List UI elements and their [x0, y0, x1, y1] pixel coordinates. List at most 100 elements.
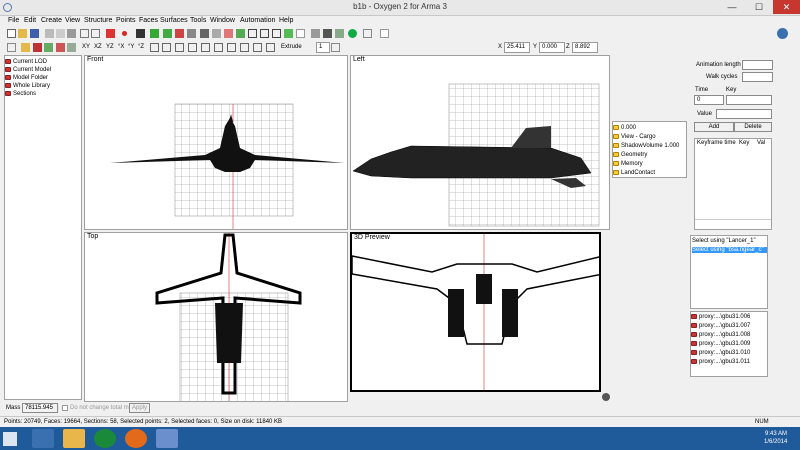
uv-icon[interactable] — [380, 29, 389, 38]
lod-item[interactable]: Geometry — [613, 152, 647, 158]
keep-mass-checkbox[interactable] — [62, 405, 68, 411]
folder-icon[interactable] — [21, 43, 30, 52]
selection-item-selected[interactable]: Select using "bsa.ngear_c" — [692, 247, 767, 253]
minimize-button[interactable]: — — [719, 0, 745, 14]
menu-edit[interactable]: Edit — [24, 17, 36, 24]
edge-mode-icon[interactable] — [56, 43, 65, 52]
chrome-icon[interactable] — [94, 429, 116, 448]
box-icon[interactable] — [150, 29, 159, 38]
key-input[interactable] — [726, 95, 772, 105]
merge-icon[interactable] — [188, 43, 197, 52]
undo-icon[interactable] — [80, 29, 89, 38]
tree-item-model-folder[interactable]: Model Folder — [5, 75, 48, 81]
menu-tools[interactable]: Tools — [190, 17, 206, 24]
walk-cycles-input[interactable] — [742, 72, 773, 82]
new-file-icon[interactable] — [7, 29, 16, 38]
play-icon[interactable] — [136, 29, 145, 38]
align-icon[interactable] — [162, 43, 171, 52]
menu-help[interactable]: Help — [279, 17, 293, 24]
plane-icon[interactable] — [212, 29, 221, 38]
selection-item[interactable]: Select using "Lancer_1" — [692, 238, 756, 244]
x-coordinate-input[interactable]: 25.411 — [504, 42, 530, 53]
lod-item[interactable]: ShadowVolume 1.000 — [613, 143, 679, 149]
value-input[interactable] — [716, 109, 772, 119]
y-coordinate-input[interactable]: 0.000 — [539, 42, 565, 53]
list-item[interactable]: proxy:...\gbu31.008 — [691, 332, 750, 338]
color-wheel-icon[interactable] — [348, 29, 357, 38]
tree-item-current-lod[interactable]: Current LOD — [5, 59, 47, 65]
axis-yz[interactable]: YZ — [106, 44, 114, 50]
cone-icon[interactable] — [200, 29, 209, 38]
texture-icon[interactable] — [224, 29, 233, 38]
object-mode-icon[interactable] — [67, 43, 76, 52]
tree-item-whole-library[interactable]: Whole Library — [5, 83, 50, 89]
list-item[interactable]: proxy:...\gbu31.011 — [691, 359, 750, 365]
animation-length-input[interactable] — [742, 60, 773, 70]
material-icon[interactable] — [296, 29, 305, 38]
spin-icon[interactable] — [331, 43, 340, 52]
wireframe-icon[interactable] — [260, 29, 269, 38]
apply-mass-button[interactable]: Apply — [129, 403, 150, 413]
cut-icon[interactable] — [45, 29, 54, 38]
close-button[interactable]: ✕ — [773, 0, 800, 14]
top-viewport[interactable]: Top — [84, 232, 348, 402]
menu-file[interactable]: File — [8, 17, 19, 24]
rotate-z[interactable]: °Z — [138, 44, 144, 50]
list-item[interactable]: proxy:...\gbu31.010 — [691, 350, 750, 356]
grid-icon[interactable] — [248, 29, 257, 38]
lod-item[interactable]: View - Cargo — [613, 134, 656, 140]
weld-icon[interactable] — [227, 43, 236, 52]
front-viewport[interactable]: Front — [84, 55, 348, 230]
left-viewport[interactable]: Left — [350, 55, 610, 230]
delete-key-button[interactable]: Delete — [734, 122, 772, 132]
lod-item[interactable]: LandContact — [613, 170, 655, 176]
tree-item-sections[interactable]: Sections — [5, 91, 36, 97]
tree-item-current-model[interactable]: Current Model — [5, 67, 51, 73]
split-icon[interactable] — [201, 43, 210, 52]
record-icon[interactable] — [106, 29, 115, 38]
lod-icon[interactable] — [284, 29, 293, 38]
lod-item[interactable]: 0.000 — [613, 125, 636, 131]
normals-icon[interactable] — [253, 43, 262, 52]
menu-points[interactable]: Points — [116, 17, 135, 24]
rotate-y[interactable]: °Y — [128, 44, 134, 50]
stop-icon[interactable] — [122, 31, 127, 36]
menu-faces[interactable]: Faces — [139, 17, 158, 24]
axis-xy[interactable]: XY — [82, 44, 90, 50]
time-input[interactable]: 0 — [694, 95, 724, 105]
sphere-icon[interactable] — [175, 29, 184, 38]
list-item[interactable]: proxy:...\gbu31.006 — [691, 314, 750, 320]
redo-icon[interactable] — [91, 29, 100, 38]
smooth-icon[interactable] — [266, 43, 275, 52]
cube-icon[interactable] — [163, 29, 172, 38]
preview-options-icon[interactable] — [602, 393, 610, 401]
horizontal-scrollbar[interactable] — [695, 219, 771, 228]
select-icon[interactable] — [7, 43, 16, 52]
triangulate-icon[interactable] — [214, 43, 223, 52]
menu-surfaces[interactable]: Surfaces — [160, 17, 188, 24]
tree-icon[interactable] — [236, 29, 245, 38]
vertex-mode-icon[interactable] — [33, 43, 42, 52]
explorer-icon[interactable] — [63, 429, 85, 448]
ie-icon[interactable] — [32, 429, 54, 448]
extrude-input[interactable]: 1 — [316, 42, 330, 53]
vertex-icon[interactable] — [272, 29, 281, 38]
firefox-icon[interactable] — [125, 429, 147, 448]
3d-preview-viewport[interactable]: 3D Preview — [350, 232, 601, 392]
windows-start-icon[interactable] — [3, 432, 17, 446]
flip-icon[interactable] — [240, 43, 249, 52]
list-item[interactable]: proxy:...\gbu31.009 — [691, 341, 750, 347]
help-icon[interactable] — [777, 28, 788, 39]
lod-item[interactable]: Memory — [613, 161, 643, 167]
axis-xz[interactable]: XZ — [94, 44, 102, 50]
menu-view[interactable]: View — [65, 17, 80, 24]
save-icon[interactable] — [30, 29, 39, 38]
add-key-button[interactable]: Add — [694, 122, 734, 132]
copy-icon[interactable] — [56, 29, 65, 38]
light-icon[interactable] — [323, 29, 332, 38]
cylinder-icon[interactable] — [187, 29, 196, 38]
swatch-icon[interactable] — [335, 29, 344, 38]
face-mode-icon[interactable] — [44, 43, 53, 52]
menu-create[interactable]: Create — [41, 17, 62, 24]
mirror-icon[interactable] — [150, 43, 159, 52]
